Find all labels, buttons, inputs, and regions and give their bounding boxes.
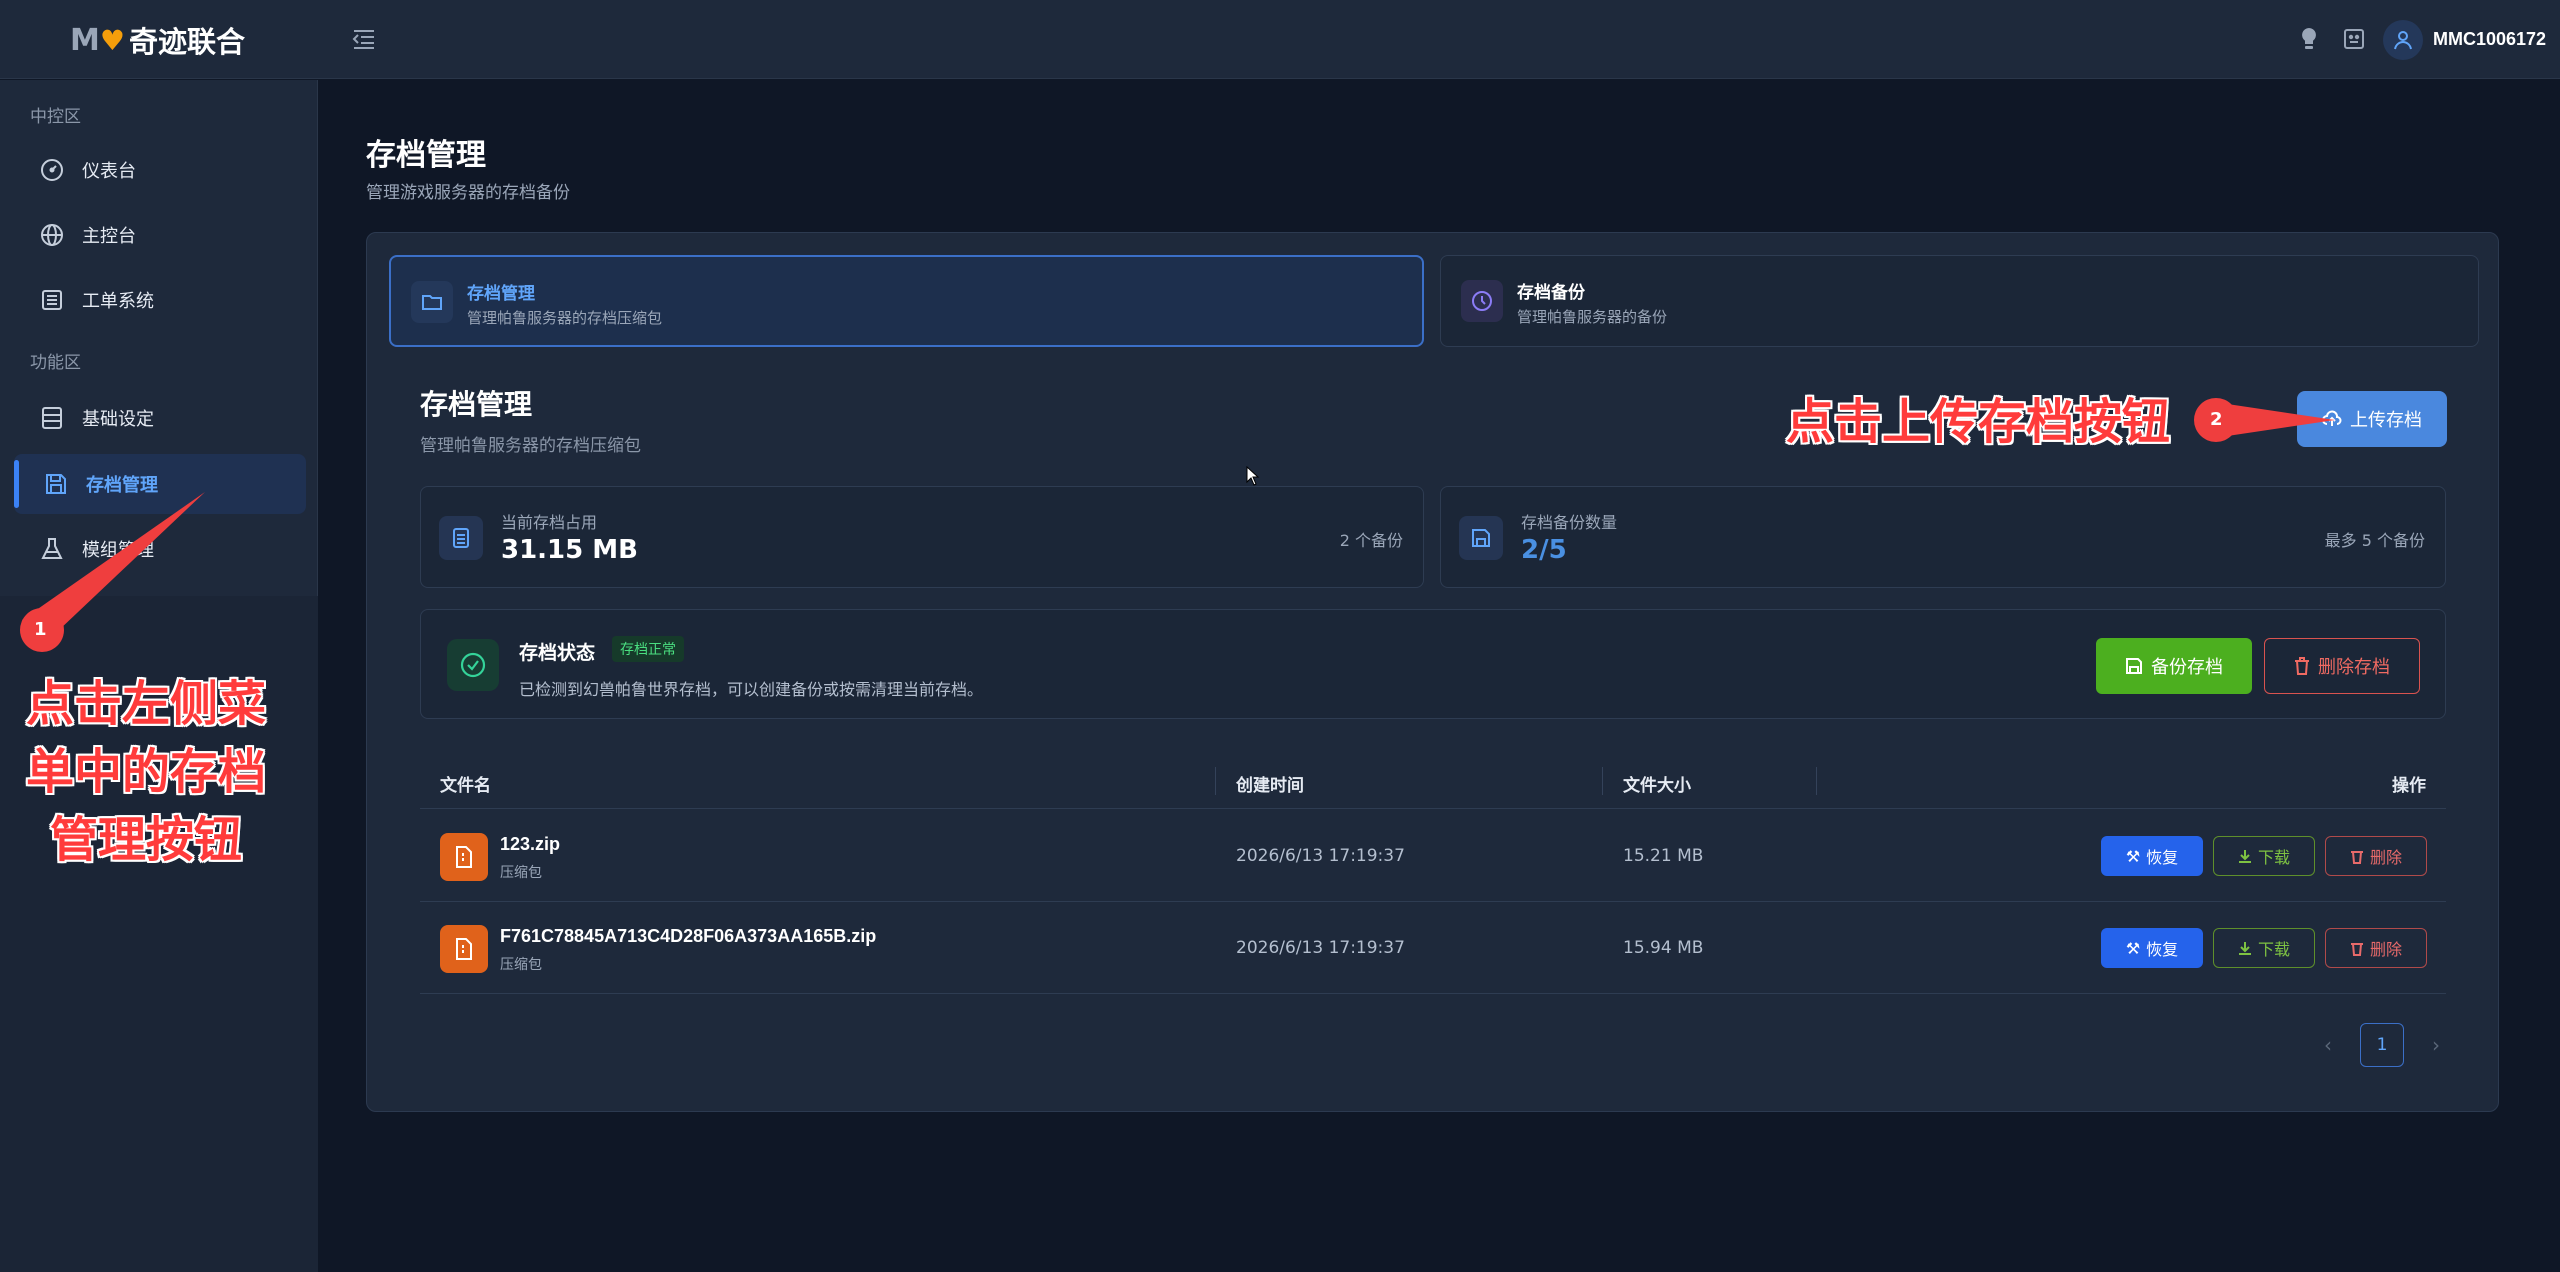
annotation-badge-2: 2 [2210,409,2223,430]
annotation-arrows [20,398,2335,652]
annotation-text-left-3: 管理按钮 [50,812,243,868]
annotation-text-left-1: 点击左侧菜 [26,676,267,732]
annotation-text-left-2: 单中的存档 [26,744,267,800]
mouse-cursor-icon [1246,465,1260,490]
annotation-badge-1: 1 [34,619,47,640]
annotation-text-top: 点击上传存档按钮 [1786,394,2171,450]
